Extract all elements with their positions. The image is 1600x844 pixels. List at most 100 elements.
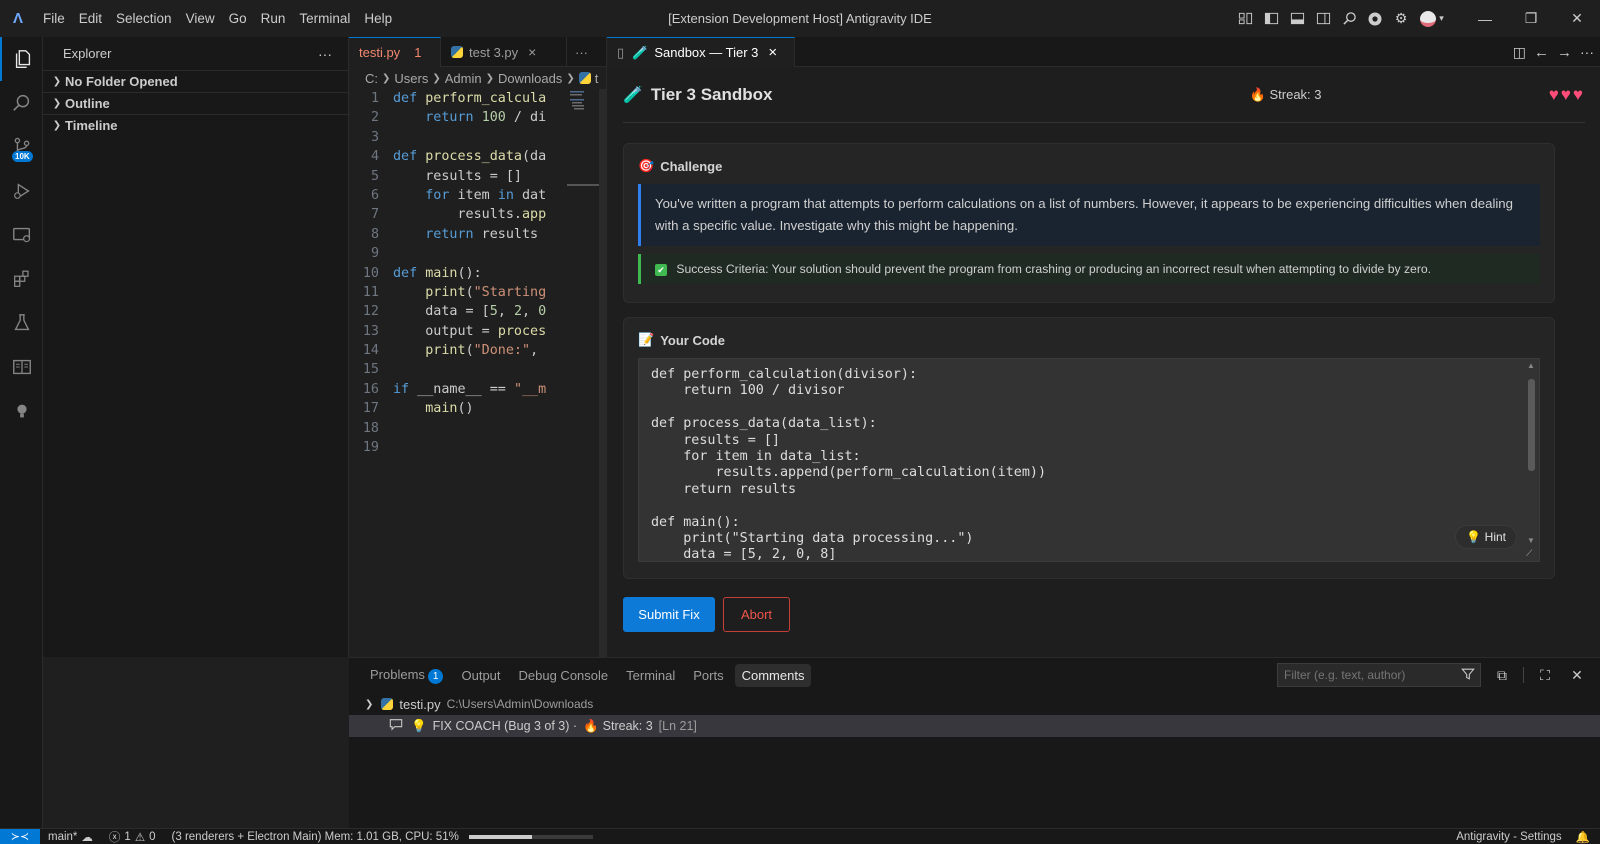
code-scrollbar[interactable]: ▲ ▼ ⟋ (1525, 361, 1537, 559)
fire-icon: 🔥 (1249, 86, 1266, 102)
section-timeline[interactable]: ❯ Timeline (43, 114, 348, 136)
preview-file-icon: ▯ (617, 44, 625, 60)
run-and-debug-icon[interactable] (0, 169, 43, 213)
account-avatar-icon[interactable]: ▾ (1414, 6, 1450, 32)
customize-layout-icon[interactable] (1232, 6, 1258, 32)
menu-run[interactable]: Run (254, 0, 293, 37)
menu-selection[interactable]: Selection (109, 0, 179, 37)
comment-text: FIX COACH (Bug 3 of 3) · (432, 719, 578, 733)
filter-input[interactable] (1277, 663, 1481, 687)
tab-debug-console[interactable]: Debug Console (512, 664, 616, 687)
tab-testi-py[interactable]: testi.py 1 (349, 37, 441, 67)
hint-label: Hint (1484, 530, 1506, 544)
tabs-more-actions-icon[interactable]: ··· (567, 37, 596, 67)
restore-window-icon[interactable]: ❐ (1508, 0, 1554, 37)
filter-box (1277, 663, 1481, 687)
line-number: 3 (370, 129, 379, 145)
breadcrumb-item[interactable]: Admin (445, 71, 482, 86)
lightbulb-icon[interactable] (0, 389, 43, 433)
menu-edit[interactable]: Edit (72, 0, 109, 37)
browser-icon[interactable] (1362, 6, 1388, 32)
branch-indicator[interactable]: main* ☁ (40, 830, 101, 844)
comment-icon (389, 718, 403, 734)
submit-fix-button[interactable]: Submit Fix (623, 597, 715, 632)
code-title: Your Code (660, 332, 725, 348)
menu-bar: File Edit Selection View Go Run Terminal… (36, 0, 399, 37)
title-bar: Λ File Edit Selection View Go Run Termin… (0, 0, 1600, 37)
code-textarea[interactable]: def perform_calculation(divisor): return… (638, 358, 1540, 562)
breadcrumb-item[interactable]: Downloads (498, 71, 562, 86)
maximize-panel-icon[interactable]: ⛶ (1534, 667, 1556, 684)
toggle-secondary-sidebar-icon[interactable] (1310, 6, 1336, 32)
warning-count: 0 (149, 830, 156, 843)
menu-terminal[interactable]: Terminal (292, 0, 357, 37)
breadcrumb-item[interactable]: t (595, 71, 599, 86)
filter-funnel-icon[interactable] (1461, 667, 1475, 684)
breadcrumb-separator-icon: ❯ (485, 72, 494, 84)
hint-button[interactable]: 💡 Hint (1455, 525, 1517, 549)
tab-close-icon[interactable]: × (768, 44, 777, 61)
scroll-thumb[interactable] (1528, 379, 1535, 471)
scroll-up-icon[interactable]: ▲ (1527, 361, 1535, 370)
go-back-arrow-icon[interactable]: ← (1534, 44, 1549, 61)
comment-file-row[interactable]: ❯ testi.py C:\Users\Admin\Downloads (349, 693, 1600, 715)
menu-file[interactable]: File (36, 0, 72, 37)
abort-button[interactable]: Abort (723, 597, 790, 632)
tab-close-icon[interactable]: × (528, 44, 536, 60)
settings-status-item[interactable]: Antigravity - Settings (1456, 831, 1561, 843)
remote-explorer-icon[interactable] (0, 213, 43, 257)
section-no-folder[interactable]: ❯ No Folder Opened (43, 70, 348, 92)
remote-indicator-icon[interactable]: ≻≺ (0, 828, 40, 844)
menu-view[interactable]: View (179, 0, 222, 37)
tab-terminal[interactable]: Terminal (619, 664, 682, 687)
close-panel-icon[interactable]: ✕ (1566, 667, 1588, 684)
book-icon[interactable] (0, 345, 43, 389)
collapse-all-icon[interactable]: ⧉ (1491, 667, 1513, 684)
tab-test-3-py[interactable]: test 3.py × (441, 37, 567, 67)
minimap[interactable] (567, 89, 599, 657)
sidebar-header: Explorer ··· (43, 37, 348, 70)
tab-comments[interactable]: Comments (734, 663, 812, 687)
status-bar: ≻≺ main* ☁ ⓧ 1 ⚠ 0 (3 renderers + Electr… (0, 828, 1600, 844)
menu-go[interactable]: Go (222, 0, 254, 37)
line-number: 2 (370, 110, 379, 126)
source-control-icon[interactable]: 10K (0, 125, 43, 169)
split-editor-icon[interactable]: ◫ (1513, 44, 1526, 61)
minimize-window-icon[interactable]: — (1462, 0, 1508, 37)
sidebar-more-actions-icon[interactable]: ··· (318, 46, 332, 62)
comment-line-ref: [Ln 21] (658, 719, 697, 733)
editor-scrollbar[interactable] (599, 89, 606, 657)
line-code: def process_data(da (393, 149, 547, 165)
explorer-icon[interactable] (0, 37, 43, 81)
branch-name: main* (48, 830, 78, 843)
menu-help[interactable]: Help (357, 0, 399, 37)
usage-progress-bar (468, 834, 593, 839)
chevron-right-icon: ❯ (52, 98, 62, 109)
testing-flask-icon[interactable] (0, 301, 43, 345)
sync-cloud-icon: ☁ (81, 831, 93, 844)
extensions-icon[interactable] (0, 257, 43, 301)
search-icon[interactable] (1336, 6, 1362, 32)
tab-ports[interactable]: Ports (686, 664, 730, 687)
go-forward-arrow-icon[interactable]: → (1557, 44, 1572, 61)
section-outline[interactable]: ❯ Outline (43, 92, 348, 114)
search-view-icon[interactable] (0, 81, 43, 125)
line-number: 7 (370, 207, 379, 223)
toggle-panel-icon[interactable] (1284, 6, 1310, 32)
lives-hearts: ♥♥♥ (1548, 84, 1585, 104)
resize-handle-icon[interactable]: ⟋ (1526, 548, 1532, 559)
more-actions-icon[interactable]: ··· (1580, 44, 1594, 60)
toggle-primary-sidebar-icon[interactable] (1258, 6, 1284, 32)
tab-problems[interactable]: Problems 1 (363, 663, 450, 688)
editor-group-left: testi.py 1 test 3.py × ··· C: ❯ Users ❯ Ad… (349, 37, 606, 657)
settings-gear-icon[interactable]: ⚙ (1388, 6, 1414, 32)
scroll-down-icon[interactable]: ▼ (1527, 536, 1535, 545)
notifications-bell-icon[interactable]: 🔔 (1576, 830, 1590, 844)
breadcrumb-item[interactable]: Users (394, 71, 428, 86)
comment-thread-row[interactable]: 💡 FIX COACH (Bug 3 of 3) · 🔥 Streak: 3 [… (349, 715, 1600, 737)
breadcrumb-item[interactable]: C: (365, 71, 378, 86)
tab-output[interactable]: Output (454, 664, 507, 687)
tab-sandbox[interactable]: ▯ 🧪 Sandbox — Tier 3 × (607, 37, 795, 67)
close-window-icon[interactable]: ✕ (1554, 0, 1600, 37)
problems-indicator[interactable]: ⓧ 1 ⚠ 0 (101, 829, 164, 844)
